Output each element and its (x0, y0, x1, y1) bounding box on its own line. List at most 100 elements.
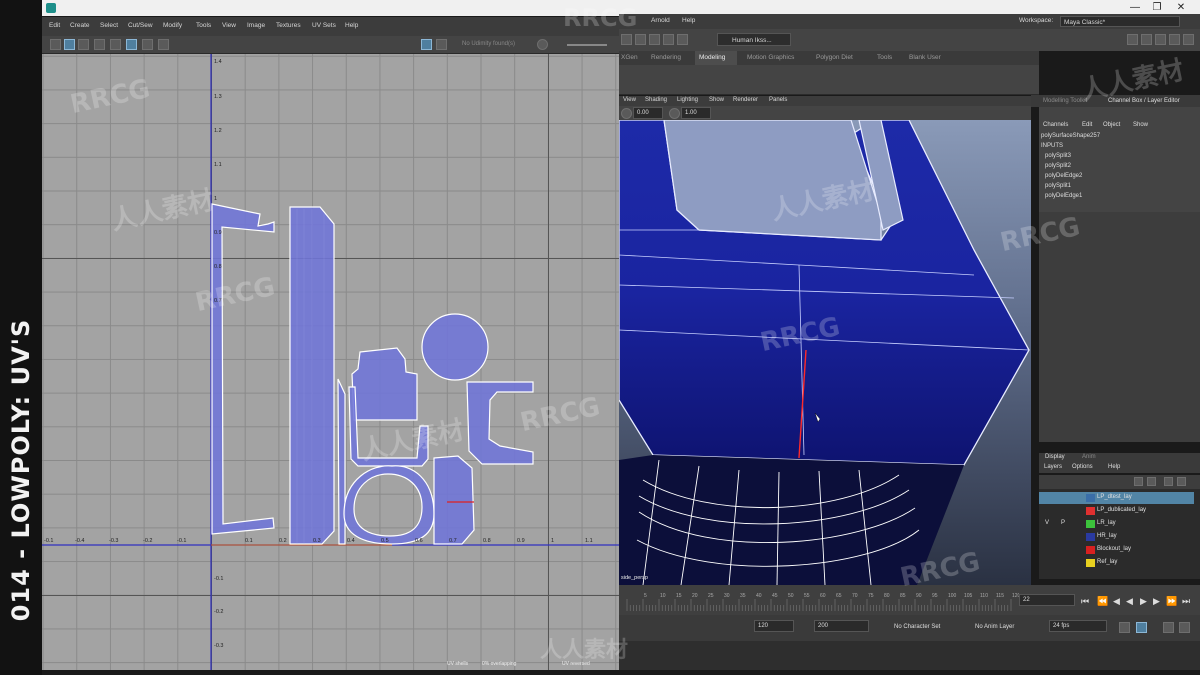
layer-row[interactable]: V P LR_lay (1039, 518, 1194, 530)
layer-color-swatch[interactable] (1086, 494, 1095, 502)
uv-menu-tools[interactable]: Tools (196, 22, 211, 29)
minimize-button[interactable]: — (1126, 1, 1144, 15)
uv-brightness-slider[interactable] (567, 44, 607, 46)
tab-motion-graphics[interactable]: Motion Graphics (747, 54, 794, 61)
anim-prefs-icon[interactable] (1163, 622, 1174, 633)
outliner-icon[interactable] (1183, 34, 1194, 45)
layer-row[interactable]: HR_lay (1039, 531, 1194, 543)
gamma-icon[interactable] (669, 108, 680, 119)
cb-input-item[interactable]: polySplit1 (1045, 183, 1071, 189)
anim-layer-dropdown[interactable]: No Anim Layer (975, 624, 1014, 630)
uv-image-icon[interactable] (78, 39, 89, 50)
history-icon[interactable] (635, 34, 646, 45)
tool-settings-icon[interactable] (1155, 34, 1166, 45)
layer-row[interactable]: LP_dtest_lay (1039, 492, 1194, 504)
uv-viewport[interactable]: -0.1 -0.4 -0.3 -0.2 -0.1 0.1 0.2 0.3 0.4… (42, 54, 619, 670)
current-frame-field[interactable]: 22 (1019, 594, 1075, 606)
uv-distortion-icon[interactable] (142, 39, 153, 50)
layer-playback-toggle[interactable]: P (1061, 520, 1065, 526)
cb-input-item[interactable]: polyDelEdge2 (1045, 173, 1082, 179)
maximize-button[interactable]: ❐ (1148, 1, 1166, 15)
go-to-start-button[interactable]: ⏮ (1081, 596, 1089, 607)
cb-input-item[interactable]: polyDelEdge1 (1045, 193, 1082, 199)
vp-menu-renderer[interactable]: Renderer (733, 97, 758, 103)
3d-viewport[interactable] (619, 120, 1031, 585)
modeling-toolkit-icon[interactable] (1127, 34, 1138, 45)
uv-checker-icon[interactable] (94, 39, 105, 50)
layer-row[interactable]: Ref_lay (1039, 557, 1194, 569)
play-back-button[interactable]: ◀ (1126, 596, 1133, 607)
play-forward-button[interactable]: ▶ (1140, 596, 1147, 607)
cb-menu-show[interactable]: Show (1133, 122, 1148, 128)
vp-menu-view[interactable]: View (623, 97, 636, 103)
channel-box-icon[interactable] (1169, 34, 1180, 45)
uv-menu-modify[interactable]: Modify (163, 22, 182, 29)
auto-key-icon[interactable] (1136, 622, 1147, 633)
range-end-field[interactable]: 200 (814, 620, 869, 632)
uv-exposure-icon[interactable] (537, 39, 548, 50)
layer-color-swatch[interactable] (1086, 533, 1095, 541)
cb-input-item[interactable]: polySplit2 (1045, 163, 1071, 169)
tab-blank-user[interactable]: Blank User (909, 54, 941, 61)
tab-channel-box-layer-editor[interactable]: Channel Box / Layer Editor (1108, 98, 1180, 104)
shelf-dropdown[interactable]: Human Ikss... (717, 33, 791, 46)
render-icon[interactable] (649, 34, 660, 45)
tab-xgen[interactable]: XGen (621, 54, 638, 61)
move-layer-up-icon[interactable] (1134, 477, 1143, 486)
le-menu-help[interactable]: Help (1108, 464, 1120, 470)
cb-menu-edit[interactable]: Edit (1082, 122, 1092, 128)
snap-icon[interactable] (621, 34, 632, 45)
step-forward-key-button[interactable]: ⏩ (1166, 596, 1177, 607)
uv-menu-cutsew[interactable]: Cut/Sew (128, 22, 153, 29)
uv-menu-help[interactable]: Help (345, 22, 358, 29)
vp-menu-panels[interactable]: Panels (769, 97, 787, 103)
cb-input-item[interactable]: polySplit3 (1045, 153, 1071, 159)
new-layer-icon[interactable] (1164, 477, 1173, 486)
uv-texture-toggle-icon[interactable] (421, 39, 432, 50)
uv-menu-uvsets[interactable]: UV Sets (312, 22, 336, 29)
uv-grid-icon[interactable] (64, 39, 75, 50)
uv-select-icon[interactable] (50, 39, 61, 50)
layer-visibility-toggle[interactable]: V (1045, 520, 1049, 526)
tab-modeling[interactable]: Modeling (699, 54, 725, 61)
cb-menu-channels[interactable]: Channels (1043, 122, 1068, 128)
texture-dropdown[interactable]: No Udimity found(s) (462, 41, 515, 47)
layer-color-swatch[interactable] (1086, 546, 1095, 554)
vp-menu-shading[interactable]: Shading (645, 97, 667, 103)
uv-menu-textures[interactable]: Textures (276, 22, 301, 29)
ipr-icon[interactable] (663, 34, 674, 45)
step-back-button[interactable]: ◀ (1113, 596, 1120, 607)
cb-object-name[interactable]: polySurfaceShape257 (1041, 133, 1100, 139)
move-layer-down-icon[interactable] (1147, 477, 1156, 486)
tab-anim[interactable]: Anim (1082, 454, 1096, 460)
tab-modelling-toolkit[interactable]: Modelling Toolkit (1043, 98, 1087, 104)
uv-shaded-icon[interactable] (110, 39, 121, 50)
layer-color-swatch[interactable] (1086, 559, 1095, 567)
command-line[interactable] (619, 641, 1200, 670)
go-to-end-button[interactable]: ⏭ (1182, 596, 1190, 607)
cb-menu-object[interactable]: Object (1103, 122, 1120, 128)
le-menu-layers[interactable]: Layers (1044, 464, 1062, 470)
uv-wireframe-icon[interactable] (126, 39, 137, 50)
tab-polygon-diet[interactable]: Polygon Diet (816, 54, 853, 61)
step-back-key-button[interactable]: ⏪ (1097, 596, 1108, 607)
tab-tools[interactable]: Tools (877, 54, 892, 61)
uv-menu-view[interactable]: View (222, 22, 236, 29)
close-window-button[interactable]: ✕ (1172, 1, 1190, 15)
playback-prefs-icon[interactable] (1179, 622, 1190, 633)
le-menu-options[interactable]: Options (1072, 464, 1093, 470)
uv-menu-create[interactable]: Create (70, 22, 90, 29)
layer-color-swatch[interactable] (1086, 507, 1095, 515)
layer-color-swatch[interactable] (1086, 520, 1095, 528)
layer-row[interactable]: LP_dublicated_lay (1039, 505, 1194, 517)
workspace-dropdown[interactable]: Maya Classic* (1060, 16, 1180, 27)
tab-rendering[interactable]: Rendering (651, 54, 681, 61)
exposure-icon[interactable] (621, 108, 632, 119)
character-set-dropdown[interactable]: No Character Set (894, 624, 940, 630)
fps-dropdown[interactable]: 24 fps (1049, 620, 1107, 632)
vp-menu-show[interactable]: Show (709, 97, 724, 103)
loop-icon[interactable] (1119, 622, 1130, 633)
attribute-editor-icon[interactable] (1141, 34, 1152, 45)
tab-display[interactable]: Display (1045, 454, 1065, 460)
exposure-field[interactable]: 0.00 (633, 107, 663, 119)
